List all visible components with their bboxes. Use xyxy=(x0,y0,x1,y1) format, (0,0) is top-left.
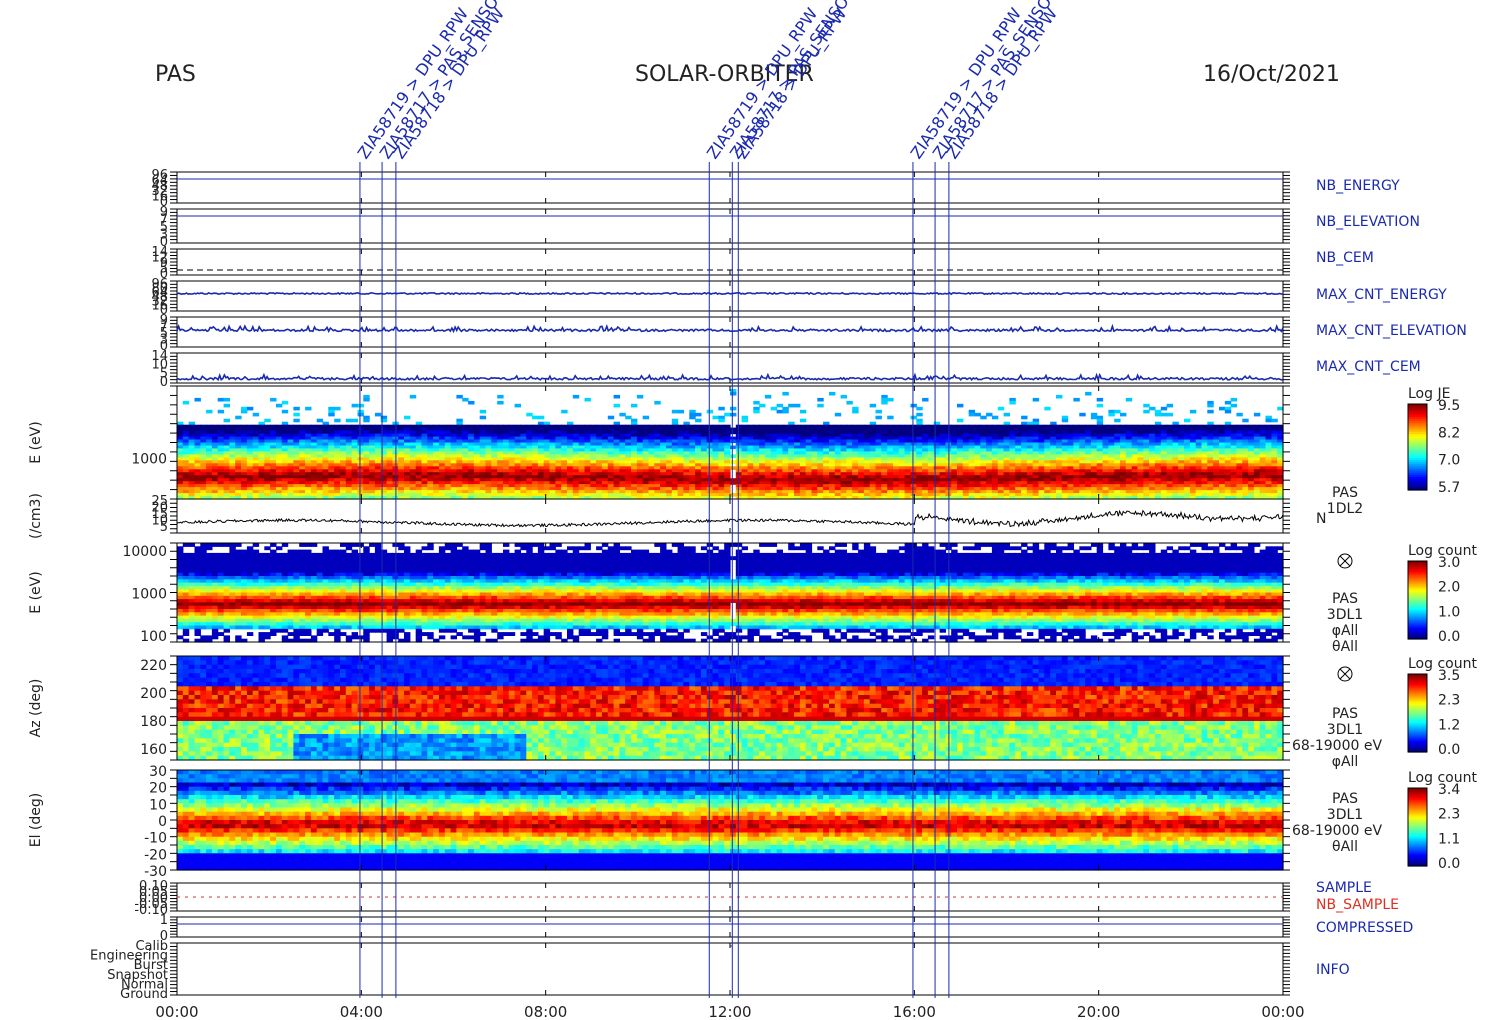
tick-label: 5 xyxy=(160,520,168,535)
panel-label: MAX_CNT_ENERGY xyxy=(1316,287,1447,303)
panel-azimuth: 220 200 180 160 Az (deg) PAS3DL168-19000 eVφA… xyxy=(28,655,1477,770)
panel-info: CalibEngineeringBurstSnapshotNormalGroun… xyxy=(90,939,1350,1002)
panel-label: 1DL2 xyxy=(1327,501,1363,517)
colorbar-tick: 5.7 xyxy=(1438,480,1460,496)
panel-nb-cem: 1412950NB_CEM xyxy=(151,245,1373,282)
time-tick-label: 16:00 xyxy=(893,1003,936,1020)
tick-label: 180 xyxy=(140,714,167,730)
panel-compressed: 10COMPRESSED xyxy=(160,913,1414,944)
colorbar: Log count3.02.01.00.0 xyxy=(1407,543,1477,645)
panel-label: MAX_CNT_CEM xyxy=(1316,359,1421,375)
panel-nb-energy: 96644832160NB_ENERGY xyxy=(151,168,1400,210)
panel-max-cnt-elevation: 97530MAX_CNT_ELEVATION xyxy=(160,313,1467,354)
colorbar-tick: 2.0 xyxy=(1438,580,1460,596)
panel-label: COMPRESSED xyxy=(1316,920,1413,936)
time-tick-label: 04:00 xyxy=(340,1003,383,1020)
colorbar-tick: 0.0 xyxy=(1438,629,1460,645)
colorbar-tick: 2.3 xyxy=(1438,807,1460,823)
panel-label: φAll xyxy=(1332,754,1359,770)
colorbar-tick: 7.0 xyxy=(1438,453,1460,469)
panel-label: φAll xyxy=(1332,623,1359,639)
tick-label: -10 xyxy=(144,831,167,847)
panel-label: SAMPLE xyxy=(1316,880,1372,896)
tick-label: 160 xyxy=(140,742,167,758)
tick-label: 0 xyxy=(158,814,167,830)
colorbar-tick: 1.2 xyxy=(1438,717,1460,733)
tick-label: 1000 xyxy=(131,451,167,467)
tick-label: 10000 xyxy=(122,544,167,560)
colorbar-tick: 3.0 xyxy=(1438,555,1460,571)
y-axis-title: (/cm3) xyxy=(28,493,44,539)
panel-nb-elevation: 97530NB_ELEVATION xyxy=(160,205,1420,250)
tick-label: 20 xyxy=(149,781,167,797)
y-axis-title: E (eV) xyxy=(28,421,44,463)
panel-label: INFO xyxy=(1316,962,1350,978)
time-tick-label: 08:00 xyxy=(524,1003,567,1020)
series-trace xyxy=(176,372,1284,383)
time-tick-label: 00:00 xyxy=(1261,1003,1304,1020)
panel-elevation: 3020100-10-20-30 El (deg) PAS3DL168-19000 … xyxy=(28,764,1477,880)
tick-label: Ground xyxy=(120,987,168,1002)
colorbar-tick: 3.4 xyxy=(1438,782,1460,798)
tick-label: 100 xyxy=(140,629,167,645)
panel-label: 3DL1 xyxy=(1327,722,1363,738)
tick-label: -30 xyxy=(144,864,167,880)
colorbar: Log count3.42.31.10.0 xyxy=(1407,770,1477,872)
colorbar-tick: 8.2 xyxy=(1438,425,1460,441)
colorbar-tick: 0.0 xyxy=(1438,742,1460,758)
time-tick-label: 12:00 xyxy=(708,1003,751,1020)
panel-label: PAS xyxy=(1332,591,1358,607)
panel-label-2: NB_SAMPLE xyxy=(1316,897,1399,913)
time-tick-label: 20:00 xyxy=(1077,1003,1120,1020)
heatmap-cells xyxy=(177,389,1284,500)
time-tick-label: 00:00 xyxy=(155,1003,198,1020)
heatmap-cells xyxy=(177,656,1284,761)
colorbar-tick: 1.0 xyxy=(1438,604,1460,620)
tick-label: 1000 xyxy=(131,587,167,603)
tick-label: 0 xyxy=(160,375,168,390)
colorbar-tick: 3.5 xyxy=(1438,668,1460,684)
panel-max-cnt-cem: 141050MAX_CNT_CEM xyxy=(151,349,1420,390)
colorbar-tick: 2.3 xyxy=(1438,693,1460,709)
panel-spec-1dl2: 1000E (eV)Log JE9.58.27.05.7 xyxy=(28,385,1460,500)
panel-label: 68-19000 eV xyxy=(1292,738,1382,754)
y-axis-title: E (eV) xyxy=(28,571,44,613)
panel-label: PAS xyxy=(1332,485,1358,501)
panel-label: N xyxy=(1316,511,1326,527)
colorbar-tick: 9.5 xyxy=(1438,398,1460,414)
panel-label: NB_ELEVATION xyxy=(1316,214,1420,230)
panel-label: 3DL1 xyxy=(1327,807,1363,823)
colorbar-tick: 1.1 xyxy=(1438,831,1460,847)
panel-label: MAX_CNT_ELEVATION xyxy=(1316,323,1467,339)
tick-label: 10 xyxy=(149,797,167,813)
colorbar-tick: 0.0 xyxy=(1438,856,1460,872)
series-trace xyxy=(176,323,1284,334)
time-axis: 00:00 04:00 08:00 12:00 16:00 20:00 00:00 xyxy=(155,1003,1304,1020)
panel-label: 3DL1 xyxy=(1327,607,1363,623)
panel-label: PAS xyxy=(1332,706,1358,722)
panel-label: PAS xyxy=(1332,791,1358,807)
panel-label: NB_CEM xyxy=(1316,250,1374,266)
heatmap-cells xyxy=(177,543,1284,643)
pas-summary-plot: 96644832160NB_ENERGY97530NB_ELEVATION141… xyxy=(28,0,1477,1020)
colorbar: Log count3.52.31.20.0 xyxy=(1407,656,1477,758)
series-trace xyxy=(176,291,1284,296)
tick-label: 200 xyxy=(140,686,167,702)
tick-label: 30 xyxy=(149,764,167,780)
tick-label: 1 xyxy=(160,913,168,928)
panel-label: θAll xyxy=(1332,839,1358,855)
panel-spec-3dl1: 100001000100E (eV) PAS3DL1φAllθAllLog cou… xyxy=(28,542,1477,655)
density-trace xyxy=(176,509,1284,528)
panel-label: NB_ENERGY xyxy=(1316,178,1400,194)
panel-max-cnt-energy: 9680644832160MAX_CNT_ENERGY xyxy=(151,277,1447,318)
panel-label: 68-19000 eV xyxy=(1292,823,1382,839)
tick-label: 220 xyxy=(140,658,167,674)
y-axis-title: Az (deg) xyxy=(28,679,44,738)
panel-sample: 0.100.050.00-0.05-0.10SAMPLENB_SAMPLE xyxy=(134,879,1399,918)
heatmap-cells xyxy=(177,770,1284,871)
tick-label: -20 xyxy=(144,847,167,863)
y-axis-title: El (deg) xyxy=(28,793,44,848)
colorbar: Log JE9.58.27.05.7 xyxy=(1407,386,1460,496)
panel-label: θAll xyxy=(1332,639,1358,655)
